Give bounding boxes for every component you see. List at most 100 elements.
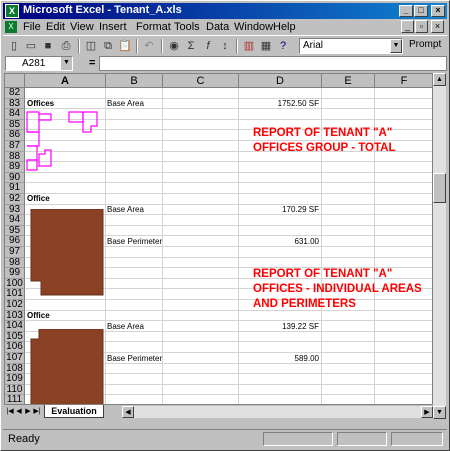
col-header-e[interactable]: E — [322, 74, 375, 88]
vertical-scroll-thumb[interactable] — [433, 173, 446, 203]
office1-area-label[interactable]: Base Area — [107, 205, 144, 215]
excel-window: X Microsoft Excel - Tenant_A.xls _ □ × X… — [0, 0, 450, 451]
web-icon[interactable]: ◉ — [166, 38, 182, 54]
edit-formula-button[interactable]: = — [89, 57, 95, 69]
office2-perimeter-value[interactable]: 589.00 — [241, 354, 319, 364]
doc-minimize-icon[interactable]: _ — [401, 20, 414, 33]
zoom-icon[interactable]: ▦ — [258, 38, 274, 54]
next-sheet-icon[interactable]: ▶ — [24, 406, 32, 417]
minimize-icon[interactable]: _ — [399, 5, 413, 17]
title-bar: X Microsoft Excel - Tenant_A.xls _ □ × — [3, 3, 447, 19]
col-header-c[interactable]: C — [163, 74, 239, 88]
prev-sheet-icon[interactable]: ◀ — [15, 406, 23, 417]
save-icon[interactable]: ■ — [40, 38, 56, 54]
row-header[interactable]: 107 — [5, 353, 25, 364]
select-all-corner[interactable] — [5, 74, 25, 88]
scroll-right-icon[interactable]: ▶ — [421, 406, 433, 418]
font-name-value: Arial — [303, 40, 324, 51]
report-individual-line-2: OFFICES - INDIVIDUAL AREAS — [253, 283, 422, 295]
office2-area-label[interactable]: Base Area — [107, 322, 144, 332]
formula-bar: A281 ▼ = — [3, 56, 447, 72]
maximize-icon[interactable]: □ — [414, 5, 428, 17]
menu-view[interactable]: View — [70, 21, 94, 33]
doc-close-icon[interactable]: × — [431, 20, 444, 33]
chevron-down-icon[interactable]: ▼ — [390, 39, 402, 53]
help-icon[interactable]: ? — [275, 38, 291, 54]
offices-area-label[interactable]: Base Area — [107, 99, 144, 109]
row-header[interactable]: 97 — [5, 247, 25, 258]
first-sheet-icon[interactable]: |◀ — [6, 406, 14, 417]
excel-app-icon[interactable]: X — [5, 4, 19, 18]
print-preview-icon[interactable]: ◫ — [83, 38, 99, 54]
sort-icon[interactable]: ↕ — [217, 38, 233, 54]
toolbar-separator — [161, 39, 163, 53]
grid-line — [25, 320, 432, 322]
office2-perimeter-label[interactable]: Base Perimeter — [107, 354, 162, 364]
office1-perimeter-value[interactable]: 631.00 — [241, 237, 319, 247]
menu-edit[interactable]: Edit — [46, 21, 65, 33]
horizontal-scrollbar[interactable]: ◀ ▶ — [122, 406, 433, 418]
scroll-left-icon[interactable]: ◀ — [122, 406, 134, 418]
col-header-a[interactable]: A — [25, 74, 106, 88]
row-header[interactable]: 92 — [5, 194, 25, 205]
menu-window[interactable]: Window — [234, 21, 273, 33]
paste-icon[interactable]: 📋 — [117, 38, 133, 54]
autosum-icon[interactable]: Σ — [183, 38, 199, 54]
office1-floorplan — [30, 209, 104, 296]
sheet-tab-bar: |◀ ◀ ▶ ▶| Evaluation ◀ ▶ — [4, 405, 433, 419]
office2-floorplan — [30, 329, 104, 404]
report-individual-line-3: AND PERIMETERS — [253, 298, 356, 310]
office1-area-value[interactable]: 170.29 SF — [241, 205, 319, 215]
chevron-down-icon[interactable]: ▼ — [61, 57, 72, 70]
office1-perimeter-label[interactable]: Base Perimeter — [107, 237, 162, 247]
menu-format[interactable]: Format — [136, 21, 171, 33]
row-header[interactable]: 111 — [5, 395, 25, 404]
workbook-icon[interactable]: X — [5, 21, 17, 33]
status-bar: Ready — [3, 429, 447, 447]
report-total-line-1: REPORT OF TENANT "A" — [253, 127, 393, 139]
col-header-f[interactable]: F — [375, 74, 432, 88]
prompt-button[interactable]: Prompt — [409, 39, 441, 50]
worksheet-grid[interactable]: A B C D E F 82 83 84 85 86 87 88 89 90 91 92 93 94 95… — [4, 73, 433, 405]
menu-file[interactable]: File — [23, 21, 41, 33]
last-sheet-icon[interactable]: ▶| — [33, 406, 41, 417]
office2-title[interactable]: Office — [27, 311, 50, 321]
print-icon[interactable]: ⎙ — [58, 38, 74, 54]
row-header[interactable]: 82 — [5, 88, 25, 99]
toolbar-separator — [236, 39, 238, 53]
row-header[interactable]: 102 — [5, 300, 25, 311]
vertical-scrollbar[interactable]: ▲ ▼ — [433, 73, 446, 419]
row-header[interactable]: 87 — [5, 141, 25, 152]
menu-data[interactable]: Data — [206, 21, 229, 33]
status-panel — [263, 432, 333, 446]
chart-wizard-icon[interactable]: ▥ — [241, 38, 257, 54]
doc-restore-icon[interactable]: ▫ — [415, 20, 428, 33]
status-text: Ready — [8, 433, 40, 445]
menu-insert[interactable]: Insert — [99, 21, 127, 33]
sheet-tab-evaluation[interactable]: Evaluation — [44, 405, 104, 418]
offices-area-value[interactable]: 1752.50 SF — [241, 99, 319, 109]
office2-area-value[interactable]: 139.22 SF — [241, 322, 319, 332]
font-name-select[interactable]: Arial ▼ — [299, 38, 403, 54]
name-box[interactable]: A281 ▼ — [5, 56, 73, 71]
undo-icon[interactable]: ↶ — [141, 38, 157, 54]
copy-icon[interactable]: ⧉ — [100, 38, 116, 54]
scroll-down-icon[interactable]: ▼ — [433, 406, 446, 419]
menu-help[interactable]: Help — [273, 21, 296, 33]
toolbar-separator — [78, 39, 80, 53]
close-icon[interactable]: × — [431, 5, 445, 17]
col-header-d[interactable]: D — [239, 74, 322, 88]
toolbar-separator — [136, 39, 138, 53]
menu-bar: X File Edit View Insert Format Tools Dat… — [3, 19, 447, 35]
status-panel — [337, 432, 387, 446]
function-icon[interactable]: f — [200, 38, 216, 54]
new-icon[interactable]: ▯ — [6, 38, 22, 54]
col-header-b[interactable]: B — [106, 74, 163, 88]
open-icon[interactable]: ▭ — [23, 38, 39, 54]
formula-input[interactable] — [99, 56, 447, 71]
menu-tools[interactable]: Tools — [174, 21, 200, 33]
status-panel — [391, 432, 443, 446]
grid-line — [25, 97, 432, 99]
cell-ref: A281 — [22, 58, 46, 69]
scroll-up-icon[interactable]: ▲ — [433, 73, 446, 86]
